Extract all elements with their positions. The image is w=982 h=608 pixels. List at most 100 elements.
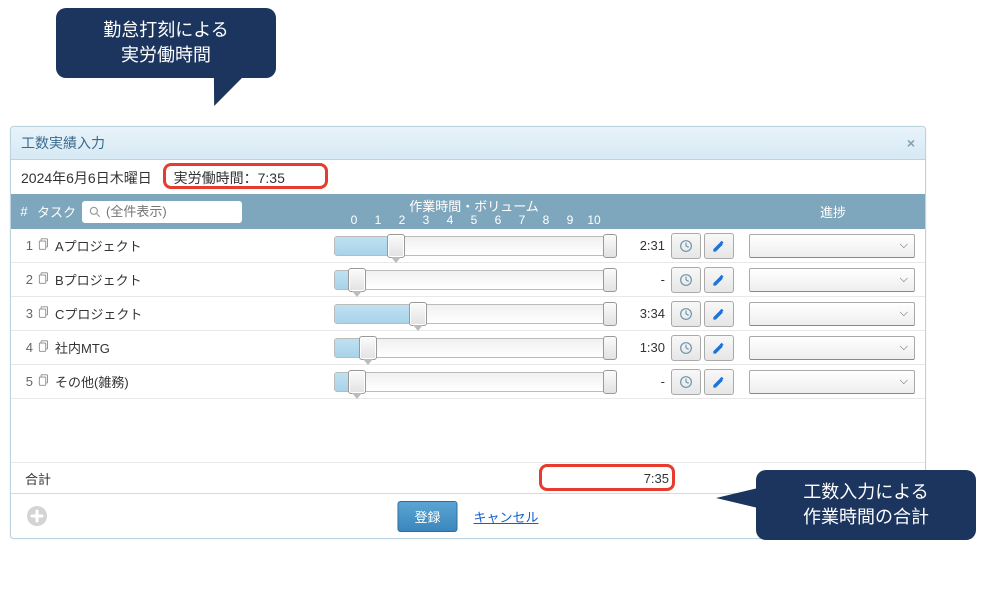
task-search[interactable] (82, 201, 242, 223)
search-icon (88, 205, 102, 219)
task-name: その他(雑務) (55, 372, 129, 391)
header-hash: # (11, 194, 37, 229)
slider-handle-icon[interactable] (348, 268, 366, 292)
slider-cell (323, 270, 625, 290)
date-row: 2024年6月6日木曜日 実労働時間：7:35 (11, 160, 925, 194)
header-time-col (625, 194, 671, 229)
header-volume: 作業時間・ボリューム 0 1 2 3 4 5 6 7 8 9 10 (323, 194, 625, 229)
clock-button[interactable] (671, 301, 701, 327)
progress-select[interactable]: ⌵ (749, 234, 915, 258)
row-time: - (625, 374, 671, 389)
annotation-callout-right: 工数入力による 作業時間の合計 (756, 470, 976, 540)
chevron-down-icon: ⌵ (900, 273, 908, 286)
copy-icon[interactable] (37, 339, 51, 356)
edit-button[interactable] (704, 369, 734, 395)
edit-button[interactable] (704, 233, 734, 259)
task-cell: 社内MTG (37, 338, 323, 357)
clock-icon (678, 238, 694, 254)
row-buttons (671, 267, 741, 293)
progress-select[interactable]: ⌵ (749, 268, 915, 292)
volume-slider[interactable] (334, 304, 614, 324)
progress-cell: ⌵ (741, 302, 923, 326)
submit-button[interactable]: 登録 (397, 501, 457, 532)
clock-icon (678, 374, 694, 390)
slider-handle-icon[interactable] (409, 302, 427, 326)
task-search-input[interactable] (106, 204, 226, 219)
row-number: 3 (15, 306, 37, 321)
pencil-icon (711, 238, 727, 254)
progress-select[interactable]: ⌵ (749, 302, 915, 326)
slider-endcap-icon (603, 268, 617, 292)
callout-text: 勤怠打刻による 実労働時間 (103, 20, 228, 65)
copy-icon[interactable] (37, 271, 51, 288)
header-progress: 進捗 (741, 194, 925, 229)
tick: 5 (462, 213, 486, 227)
slider-endcap-icon (603, 234, 617, 258)
progress-select[interactable]: ⌵ (749, 336, 915, 360)
callout-tail-icon (716, 488, 758, 508)
task-cell: その他(雑務) (37, 372, 323, 391)
slider-endcap-icon (603, 302, 617, 326)
tick: 2 (390, 213, 414, 227)
date-text: 2024年6月6日木曜日 (21, 170, 152, 186)
work-hours-label: 実労働時間：7:35 (174, 170, 285, 186)
task-row: 5 その他(雑務) - ⌵ (11, 365, 925, 399)
chevron-down-icon: ⌵ (900, 239, 908, 252)
row-time: 1:30 (625, 340, 671, 355)
chevron-down-icon: ⌵ (900, 341, 908, 354)
pencil-icon (711, 272, 727, 288)
slider-handle-icon[interactable] (387, 234, 405, 258)
tick: 6 (486, 213, 510, 227)
edit-button[interactable] (704, 301, 734, 327)
add-row-button[interactable] (23, 502, 51, 530)
row-number: 2 (15, 272, 37, 287)
progress-select[interactable]: ⌵ (749, 370, 915, 394)
slider-handle-icon[interactable] (348, 370, 366, 394)
clock-button[interactable] (671, 267, 701, 293)
header-btns-col (671, 194, 741, 229)
row-buttons (671, 369, 741, 395)
volume-slider[interactable] (334, 236, 614, 256)
row-number: 1 (15, 238, 37, 253)
task-row: 3 Cプロジェクト 3:34 ⌵ (11, 297, 925, 331)
chevron-down-icon: ⌵ (900, 307, 908, 320)
task-name: Aプロジェクト (55, 236, 142, 255)
row-number: 5 (15, 374, 37, 389)
slider-cell (323, 338, 625, 358)
tick: 3 (414, 213, 438, 227)
tick: 0 (342, 213, 366, 227)
volume-slider[interactable] (334, 338, 614, 358)
task-rows: 1 Aプロジェクト 2:31 ⌵ 2 Bプロジェクト - ⌵ 3 Cプロジェクト 3:34 ⌵ 4社内M… (11, 229, 925, 399)
task-name: Cプロジェクト (55, 304, 142, 323)
task-cell: Cプロジェクト (37, 304, 323, 323)
task-name: Bプロジェクト (55, 270, 142, 289)
row-number: 4 (15, 340, 37, 355)
volume-slider[interactable] (334, 270, 614, 290)
clock-icon (678, 306, 694, 322)
rows-blank-area (11, 399, 925, 463)
row-time: 2:31 (625, 238, 671, 253)
volume-slider[interactable] (334, 372, 614, 392)
pencil-icon (711, 374, 727, 390)
header-task: タスク (37, 194, 323, 229)
slider-handle-icon[interactable] (359, 336, 377, 360)
copy-icon[interactable] (37, 237, 51, 254)
tick: 8 (534, 213, 558, 227)
copy-icon[interactable] (37, 373, 51, 390)
clock-button[interactable] (671, 233, 701, 259)
cancel-link[interactable]: キャンセル (474, 507, 539, 526)
edit-button[interactable] (704, 267, 734, 293)
clock-button[interactable] (671, 369, 701, 395)
clock-button[interactable] (671, 335, 701, 361)
footer-center: 登録 キャンセル (397, 501, 538, 532)
copy-icon[interactable] (37, 305, 51, 322)
task-row: 2Bプロジェクト-⌵ (11, 263, 925, 297)
row-time: 3:34 (625, 306, 671, 321)
task-cell: Bプロジェクト (37, 270, 323, 289)
tick: 7 (510, 213, 534, 227)
slider-cell (323, 236, 625, 256)
close-button[interactable]: × (907, 135, 915, 151)
edit-button[interactable] (704, 335, 734, 361)
grid-header: # タスク 作業時間・ボリューム 0 1 2 3 4 5 6 7 8 9 10 (11, 194, 925, 229)
clock-icon (678, 340, 694, 356)
